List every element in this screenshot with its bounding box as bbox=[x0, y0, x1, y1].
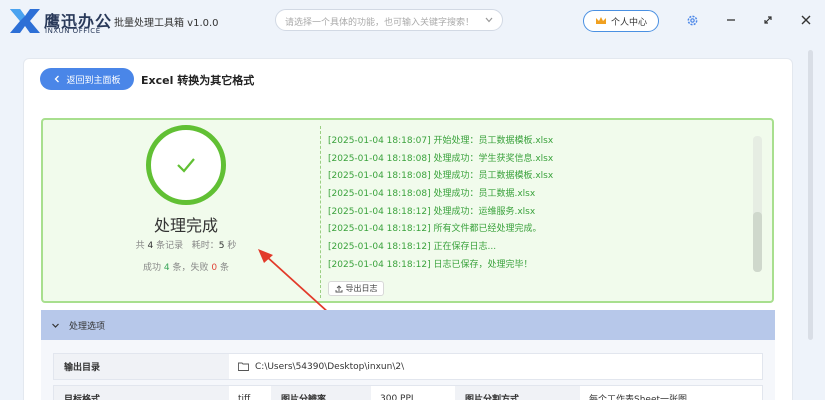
output-dir-row: 输出目录 C:\Users\54390\Desktop\inxun\2\ bbox=[53, 353, 763, 380]
chevron-down-icon bbox=[52, 323, 59, 328]
output-dir-field[interactable]: C:\Users\54390\Desktop\inxun\2\ bbox=[230, 354, 764, 379]
options-title: 处理选项 bbox=[69, 321, 106, 332]
output-dir-value: C:\Users\54390\Desktop\inxun\2\ bbox=[255, 361, 405, 372]
target-format-label: 目标格式 bbox=[54, 386, 229, 400]
output-dir-label: 输出目录 bbox=[54, 354, 229, 379]
format-row: 目标格式 tiff 图片分辨率 300 PPI 图片分割方式 每个工作表Shee… bbox=[53, 385, 763, 400]
options-section-toggle[interactable]: 处理选项 bbox=[41, 310, 775, 340]
split-mode-label: 图片分割方式 bbox=[455, 386, 580, 400]
target-format-value[interactable]: tiff bbox=[230, 386, 270, 400]
folder-icon bbox=[238, 362, 249, 371]
resolution-value[interactable]: 300 PPI bbox=[372, 386, 454, 400]
split-mode-value[interactable]: 每个工作表Sheet一张图 bbox=[581, 386, 764, 400]
resolution-label: 图片分辨率 bbox=[271, 386, 371, 400]
